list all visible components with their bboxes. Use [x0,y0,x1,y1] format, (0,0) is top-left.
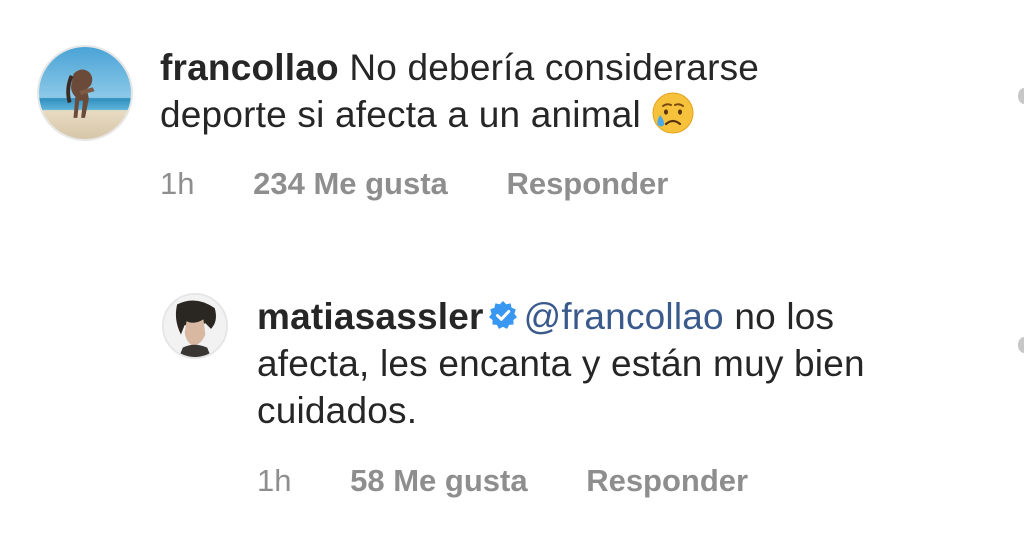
comment-2-likes[interactable]: 58 Me gusta [350,463,527,499]
avatar-matiasassler[interactable] [162,293,228,359]
comment-2-time: 1h [257,463,292,498]
comment-2-reply-button[interactable]: Responder [586,463,748,499]
verified-badge-icon [488,301,517,330]
comment-2-meta: 1h 58 Me gusta Responder [257,463,748,499]
comment-2-like-heart-icon[interactable] [1018,337,1024,353]
portrait-icon [164,295,226,357]
comment-1-likes[interactable]: 234 Me gusta [253,166,448,202]
sad-but-relieved-face-emoji-icon [652,92,694,134]
beach-photo-icon [39,47,131,139]
comment-2-mention[interactable]: @francollao [524,296,724,337]
comment-2-username[interactable]: matiasassler [257,296,484,337]
comment-1-meta: 1h 234 Me gusta Responder [160,166,668,202]
comment-1-reply-button[interactable]: Responder [506,166,668,202]
comment-1-username[interactable]: francollao [160,47,339,88]
comment-2-body: matiasassler @francollao no los afecta, … [257,293,957,434]
comment-1-like-heart-icon[interactable] [1018,88,1024,104]
comment-1-time: 1h [160,166,195,201]
avatar-francollao[interactable] [37,45,133,141]
comment-1-body: francollao No debería considerarse depor… [160,44,880,139]
